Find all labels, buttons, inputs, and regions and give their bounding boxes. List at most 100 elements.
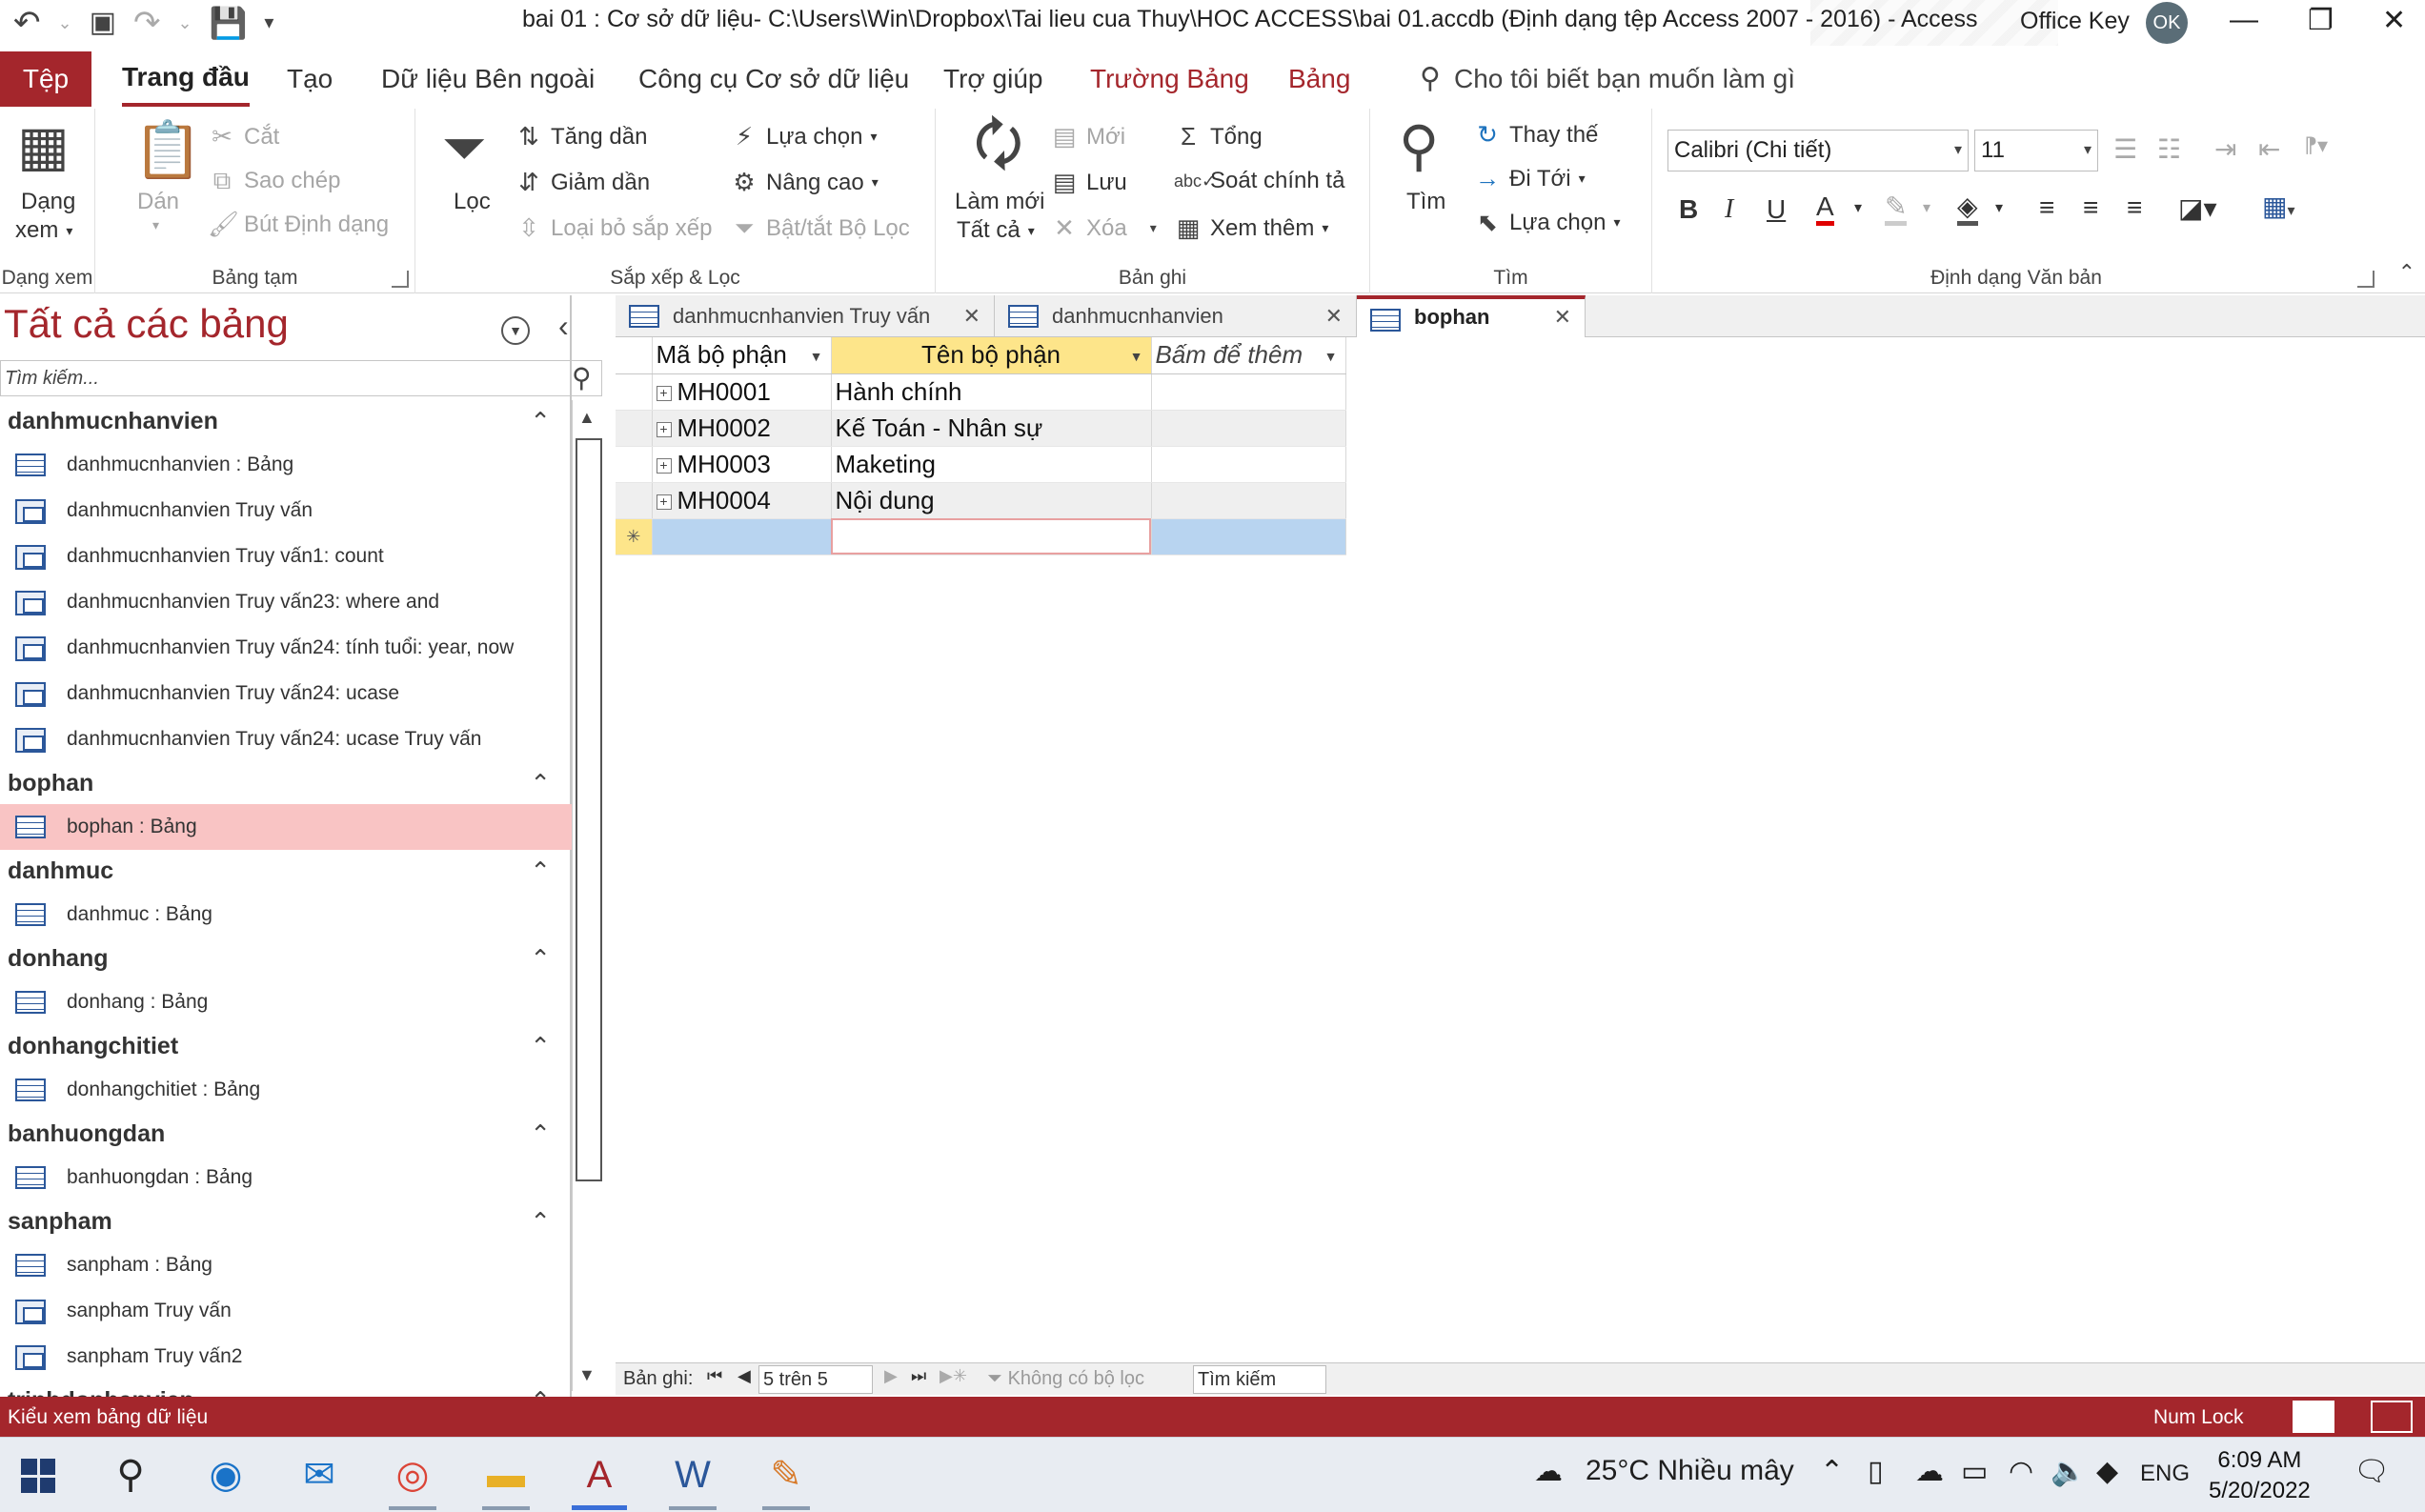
decrease-indent-icon[interactable]: ⇤ xyxy=(2258,133,2280,165)
last-record-icon[interactable]: ⏭ xyxy=(911,1366,926,1386)
tab-table[interactable]: Bảng xyxy=(1288,51,1350,107)
bold-icon[interactable]: B xyxy=(1679,194,1698,225)
sort-descending-button[interactable]: ⇵ Giảm dần xyxy=(515,168,650,197)
battery-icon[interactable]: ▭ xyxy=(1961,1455,1988,1488)
font-name-combo[interactable]: Calibri (Chi tiết) ▾ xyxy=(1667,130,1969,171)
format-painter-button[interactable]: 🖌 Bút Định dạng xyxy=(208,210,389,239)
tray-overflow-icon[interactable]: ⌃ xyxy=(1820,1455,1844,1488)
table-row[interactable]: + MH0003 Maketing xyxy=(616,446,1346,483)
redo-icon[interactable]: ↷ xyxy=(133,6,161,40)
tab-table-fields[interactable]: Trường Bảng xyxy=(1090,51,1249,107)
table-row[interactable]: + MH0001 Hành chính xyxy=(616,373,1346,411)
restore-icon[interactable]: ❐ xyxy=(2308,4,2334,37)
save-record-button[interactable]: ▤ Lưu xyxy=(1050,168,1127,197)
delete-record-button[interactable]: ✕ Xóa ▾ xyxy=(1050,213,1157,243)
close-tab-icon[interactable]: ✕ xyxy=(1554,299,1571,335)
record-selector[interactable] xyxy=(616,446,653,483)
gridlines-icon[interactable]: ▦▾ xyxy=(2262,191,2295,222)
record-selector[interactable] xyxy=(616,410,653,447)
chrome-icon[interactable]: ◎ xyxy=(385,1447,440,1510)
totals-button[interactable]: Σ Tổng xyxy=(1174,122,1263,151)
table-cell[interactable] xyxy=(1151,446,1346,483)
datasheet-view-icon[interactable]: ▦ xyxy=(17,116,70,177)
column-header[interactable]: Bấm để thêm ▼ xyxy=(1151,337,1346,374)
font-color-icon[interactable]: A xyxy=(1816,192,1834,226)
chevron-down-icon[interactable]: ▾ xyxy=(1923,198,1930,217)
cut-button[interactable]: ✂ Cắt xyxy=(208,122,279,151)
expand-subdatasheet-icon[interactable]: + xyxy=(656,421,672,437)
increase-indent-icon[interactable]: ⇥ xyxy=(2214,133,2236,165)
close-tab-icon[interactable]: ✕ xyxy=(1325,295,1343,337)
chevron-up-icon[interactable]: ⌃ xyxy=(530,1025,551,1067)
document-tab[interactable]: danhmucnhanvien ✕ xyxy=(995,295,1357,337)
table-row[interactable]: + MH0002 Kế Toán - Nhân sự xyxy=(616,410,1346,447)
find-button[interactable]: Tìm xyxy=(1406,189,1445,215)
chevron-down-icon[interactable]: ▾ xyxy=(1854,198,1862,217)
remove-sort-button[interactable]: ⇳ Loại bỏ sắp xếp xyxy=(515,213,712,243)
nav-group-header[interactable]: danhmuc ⌃ xyxy=(0,850,572,892)
chevron-up-icon[interactable]: ⌃ xyxy=(530,762,551,804)
close-tab-icon[interactable]: ✕ xyxy=(963,295,980,337)
align-left-icon[interactable]: ≡ xyxy=(2039,192,2054,223)
file-explorer-icon[interactable]: ▬ xyxy=(478,1447,534,1510)
paste-button[interactable]: Dán xyxy=(137,189,179,215)
table-cell[interactable]: Maketing xyxy=(831,446,1152,483)
table-cell[interactable] xyxy=(1151,373,1346,411)
filter-funnel-icon[interactable]: ⏷ xyxy=(442,118,486,179)
new-record-nav-icon[interactable]: ▶✳ xyxy=(940,1366,967,1386)
edge-icon[interactable]: ◉ xyxy=(198,1447,253,1502)
refresh-all-line1[interactable]: Làm mới xyxy=(955,189,1044,215)
active-edit-cell[interactable] xyxy=(831,518,1152,555)
column-dropdown-icon[interactable]: ▼ xyxy=(810,349,823,364)
document-tab[interactable]: danhmucnhanvien Truy vấn ✕ xyxy=(616,295,995,337)
onedrive-icon[interactable]: ☁ xyxy=(1915,1455,1944,1488)
record-selector[interactable] xyxy=(616,482,653,519)
customize-qat-icon[interactable]: ▾ xyxy=(264,6,273,40)
nav-item[interactable]: danhmucnhanvien Truy vấn24: tính tuổi: y… xyxy=(0,625,572,671)
nav-item[interactable]: banhuongdan : Bảng xyxy=(0,1155,572,1200)
spelling-button[interactable]: abc✓ Soát chính tả xyxy=(1174,168,1344,194)
nav-menu-chevron-icon[interactable]: ▼ xyxy=(501,316,530,345)
current-record-field[interactable]: 5 trên 5 xyxy=(758,1365,873,1394)
chevron-up-icon[interactable]: ⌃ xyxy=(530,1113,551,1155)
copy-button[interactable]: ⧉ Sao chép xyxy=(208,166,341,196)
volume-icon[interactable]: 🔈 xyxy=(2051,1455,2086,1488)
tab-database-tools[interactable]: Công cụ Cơ sở dữ liệu xyxy=(638,51,909,107)
nav-item[interactable]: danhmucnhanvien Truy vấn23: where and xyxy=(0,579,572,625)
tab-help[interactable]: Trợ giúp xyxy=(943,51,1042,107)
table-cell[interactable]: + MH0001 xyxy=(652,373,832,411)
text-formatting-launcher-icon[interactable] xyxy=(2357,271,2374,288)
bullets-icon[interactable]: ☰ xyxy=(2113,133,2137,165)
view-button-line1[interactable]: Dạng xyxy=(21,189,75,215)
nav-item[interactable]: sanpham Truy vấn xyxy=(0,1288,572,1334)
weather-icon[interactable]: ☁ xyxy=(1534,1455,1563,1488)
underline-icon[interactable]: U xyxy=(1767,194,1786,225)
paste-icon[interactable]: 📋 xyxy=(133,120,202,181)
nav-item[interactable]: danhmucnhanvien Truy vấn1: count xyxy=(0,534,572,579)
undo-icon[interactable]: ↶ xyxy=(13,6,41,40)
table-cell[interactable]: + MH0004 xyxy=(652,482,832,519)
avatar[interactable]: OK xyxy=(2146,2,2188,44)
table-cell[interactable] xyxy=(1151,482,1346,519)
datasheet-view-toggle-icon[interactable] xyxy=(2293,1401,2334,1433)
expand-subdatasheet-icon[interactable]: + xyxy=(656,494,672,510)
nav-group-header[interactable]: danhmucnhanvien ⌃ xyxy=(0,400,572,442)
nav-item[interactable]: sanpham Truy vấn2 xyxy=(0,1334,572,1380)
tab-file[interactable]: Tệp xyxy=(0,51,91,107)
advanced-filter-button[interactable]: ⚙ Nâng cao ▾ xyxy=(730,168,878,197)
align-right-icon[interactable]: ≡ xyxy=(2127,192,2142,223)
nav-item[interactable]: sanpham : Bảng xyxy=(0,1242,572,1288)
background-color-icon[interactable]: ◈ xyxy=(1957,192,1978,226)
nav-item[interactable]: danhmuc : Bảng xyxy=(0,892,572,937)
column-header[interactable]: Tên bộ phận ▼ xyxy=(831,337,1152,374)
mail-icon[interactable]: ✉ xyxy=(292,1447,347,1502)
tab-home[interactable]: Trang đầu xyxy=(122,51,250,107)
chevron-up-icon[interactable]: ⌃ xyxy=(530,850,551,892)
paragraph-direction-icon[interactable]: ⁋▾ xyxy=(2304,133,2328,158)
chevron-up-icon[interactable]: ⌃ xyxy=(530,400,551,442)
numbering-icon[interactable]: ☷ xyxy=(2157,133,2181,165)
search-icon[interactable]: ⚲ xyxy=(572,362,592,393)
scroll-thumb[interactable] xyxy=(576,438,602,1181)
filter-button[interactable]: Lọc xyxy=(454,189,491,215)
column-dropdown-icon[interactable]: ▼ xyxy=(1130,349,1143,364)
